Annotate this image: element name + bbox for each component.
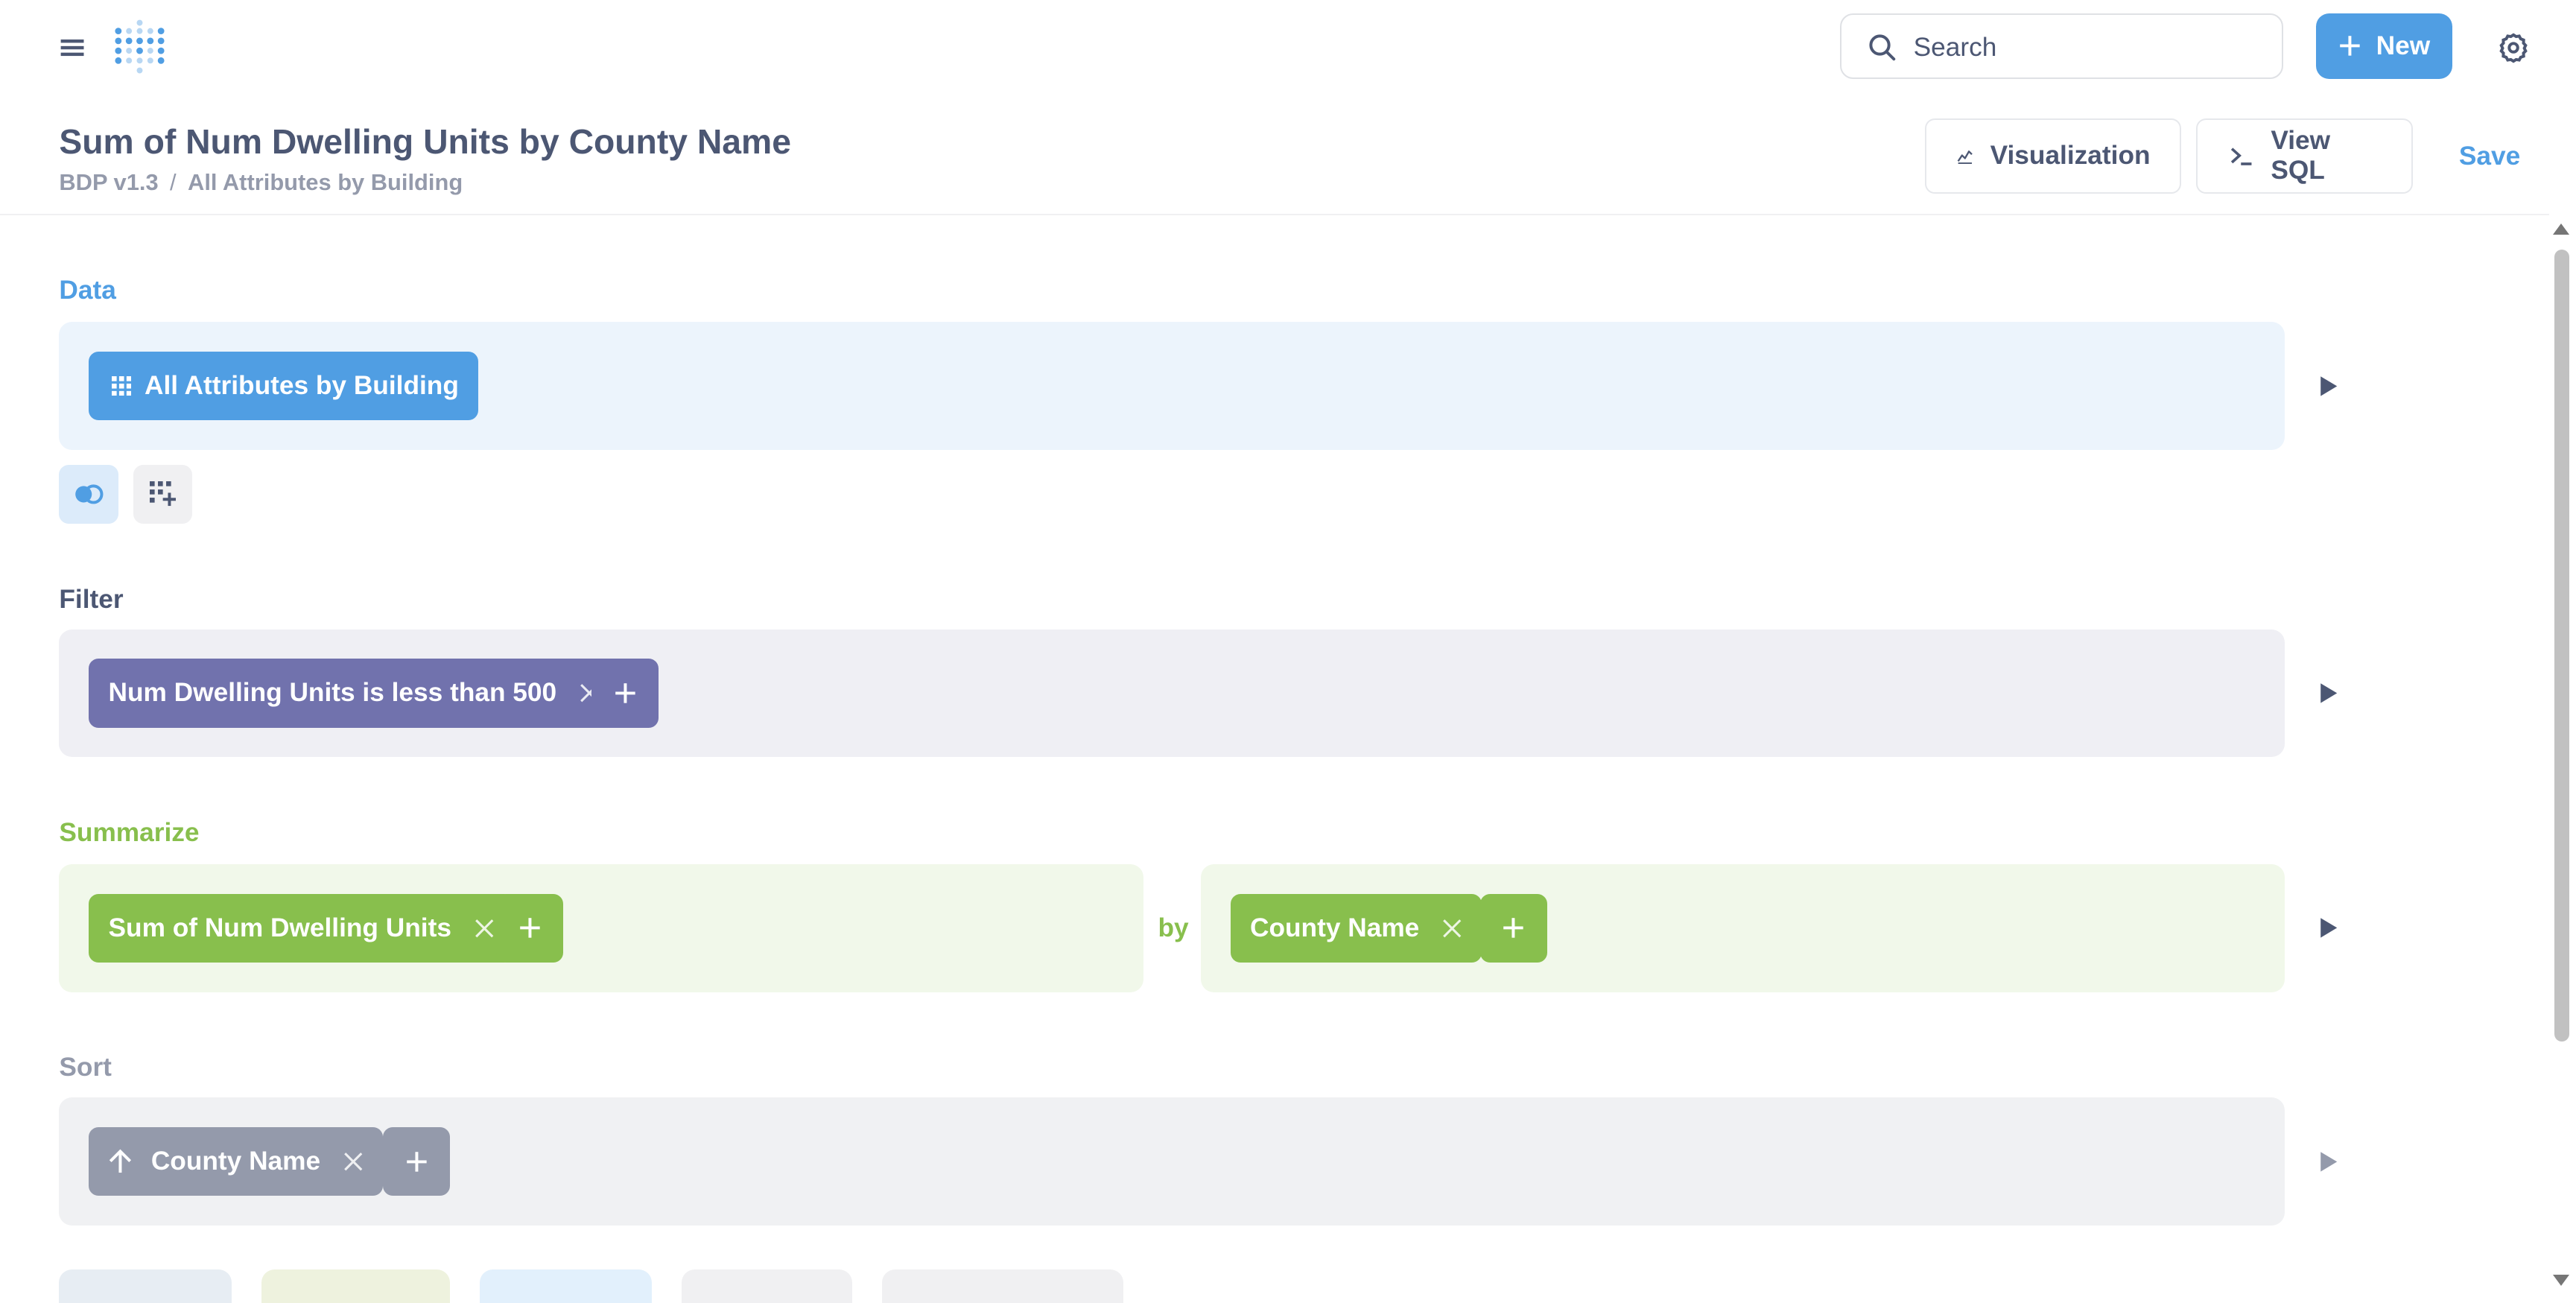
action-button-stub[interactable] xyxy=(479,1269,653,1303)
search-input[interactable] xyxy=(1913,29,2259,66)
add-metric-button[interactable] xyxy=(495,893,564,963)
scroll-down-arrow-icon[interactable] xyxy=(2552,1275,2569,1286)
data-source-pill[interactable]: All Attributes by Building xyxy=(89,351,479,421)
terminal-icon xyxy=(2230,147,2252,165)
breadcrumb-database[interactable]: BDP v1.3 xyxy=(59,169,158,195)
plus-icon xyxy=(1503,918,1524,939)
summarize-section-label: Summarize xyxy=(59,818,200,848)
join-button[interactable] xyxy=(59,465,118,524)
plus-icon xyxy=(406,1151,427,1172)
add-sort-button[interactable] xyxy=(382,1126,451,1196)
remove-metric-button[interactable] xyxy=(475,919,494,938)
action-button-stub[interactable] xyxy=(261,1269,451,1303)
add-breakout-button[interactable] xyxy=(1479,893,1548,963)
header-divider xyxy=(0,213,2550,215)
menu-icon[interactable] xyxy=(56,31,89,64)
close-icon xyxy=(344,1152,363,1171)
top-bar: New xyxy=(0,0,2575,95)
new-button-label: New xyxy=(2376,31,2431,60)
breadcrumb: BDP v1.3 / All Attributes by Building xyxy=(59,169,463,196)
scroll-up-arrow-icon[interactable] xyxy=(2552,223,2569,235)
custom-column-button[interactable] xyxy=(133,465,192,524)
sort-pill-label: County Name xyxy=(150,1146,321,1176)
sort-section-label: Sort xyxy=(59,1053,112,1082)
close-icon xyxy=(1443,919,1462,937)
sort-preview-arrow-icon[interactable] xyxy=(2319,1150,2338,1173)
gear-icon[interactable] xyxy=(2497,31,2530,64)
metric-pill[interactable]: Sum of Num Dwelling Units xyxy=(89,893,514,963)
page-title: Sum of Num Dwelling Units by County Name xyxy=(59,122,791,162)
new-button[interactable]: New xyxy=(2316,13,2453,79)
sort-pill[interactable]: County Name xyxy=(89,1126,383,1196)
action-button-stub[interactable] xyxy=(882,1269,1124,1303)
plus-icon xyxy=(2340,36,2360,56)
save-button[interactable]: Save xyxy=(2459,142,2520,171)
add-filter-button[interactable] xyxy=(591,659,659,728)
sort-panel: County Name xyxy=(59,1097,2285,1226)
summarize-breakout-panel: County Name xyxy=(1200,863,2285,992)
breakout-pill[interactable]: County Name xyxy=(1230,893,1482,963)
plus-icon xyxy=(519,918,540,939)
action-button-stub[interactable] xyxy=(682,1269,853,1303)
scrollbar-thumb[interactable] xyxy=(2554,250,2569,1042)
filter-pill[interactable]: Num Dwelling Units is less than 500 xyxy=(89,659,619,728)
logo-icon[interactable] xyxy=(112,18,168,77)
remove-sort-button[interactable] xyxy=(343,1152,363,1171)
filter-section-label: Filter xyxy=(59,584,124,614)
metric-pill-label: Sum of Num Dwelling Units xyxy=(108,913,451,942)
by-label: by xyxy=(1158,913,1189,942)
summarize-metrics-panel: Sum of Num Dwelling Units xyxy=(59,863,1143,992)
join-icon xyxy=(75,484,104,504)
breadcrumb-separator: / xyxy=(170,169,177,196)
search-icon xyxy=(1869,34,1896,61)
action-button-stub[interactable] xyxy=(59,1269,232,1303)
data-preview-arrow-icon[interactable] xyxy=(2319,375,2338,398)
data-section-label: Data xyxy=(59,276,116,305)
remove-breakout-button[interactable] xyxy=(1442,919,1462,938)
visualization-button[interactable]: Visualization xyxy=(1925,118,2182,194)
summarize-preview-arrow-icon[interactable] xyxy=(2319,916,2338,939)
filter-pill-label: Num Dwelling Units is less than 500 xyxy=(108,678,557,708)
data-source-label: All Attributes by Building xyxy=(145,371,459,401)
filter-panel: Num Dwelling Units is less than 500 xyxy=(59,629,2285,758)
grid-icon xyxy=(111,375,132,396)
view-sql-button[interactable]: View SQL xyxy=(2196,118,2414,194)
arrow-up-icon xyxy=(109,1149,131,1173)
data-panel: All Attributes by Building xyxy=(59,322,2285,451)
view-sql-label: View SQL xyxy=(2271,126,2331,186)
search-box[interactable] xyxy=(1839,13,2283,79)
add-column-icon xyxy=(149,481,176,507)
plus-icon xyxy=(615,683,635,703)
close-icon xyxy=(475,919,494,937)
filter-preview-arrow-icon[interactable] xyxy=(2319,682,2338,705)
breadcrumb-table[interactable]: All Attributes by Building xyxy=(188,169,463,195)
line-chart-icon xyxy=(1957,150,1973,164)
visualization-label: Visualization xyxy=(1990,141,2151,171)
breakout-pill-label: County Name xyxy=(1249,913,1420,942)
